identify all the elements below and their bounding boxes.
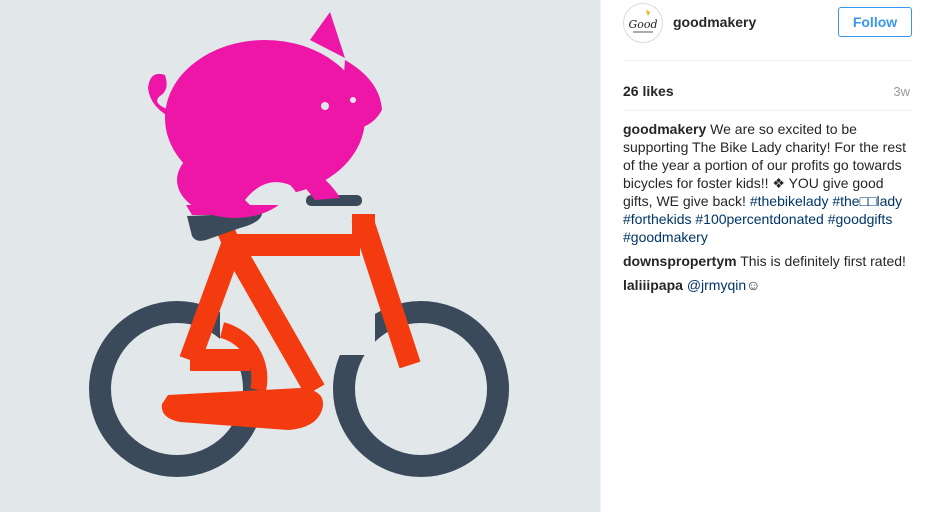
comment-username[interactable]: goodmakery xyxy=(623,121,706,137)
comment-username[interactable]: downspropertym xyxy=(623,253,737,269)
goodmakery-logo-icon: Good xyxy=(628,10,658,33)
divider xyxy=(623,110,912,111)
comment-list: goodmakery We are so excited to be suppo… xyxy=(623,120,913,300)
smiley-emoji-icon: ☺ xyxy=(746,277,761,293)
hashtag-link[interactable]: #goodgifts xyxy=(828,211,893,227)
post-time[interactable]: 3w xyxy=(893,84,910,99)
comment-caption: goodmakery We are so excited to be suppo… xyxy=(623,120,913,246)
comment: downspropertym This is definitely first … xyxy=(623,252,913,270)
mention-link[interactable]: @jrmyqin xyxy=(687,277,746,293)
hashtag-link[interactable]: #100percentdonated xyxy=(695,211,823,227)
svg-text:Good: Good xyxy=(628,18,657,31)
avatar[interactable]: Good xyxy=(623,3,663,43)
post-header: Good goodmakery Follow xyxy=(601,0,934,48)
divider xyxy=(623,60,912,61)
comment: laliiipapa @jrmyqin☺ xyxy=(623,276,913,294)
comment-username[interactable]: laliiipapa xyxy=(623,277,683,293)
follow-button[interactable]: Follow xyxy=(838,7,912,37)
pig-on-bicycle-illustration xyxy=(89,12,509,477)
post-sidebar: Good goodmakery Follow 26 likes 3w goodm… xyxy=(600,0,934,512)
hashtag-link[interactable]: #thebikelady xyxy=(750,193,829,209)
post-username[interactable]: goodmakery xyxy=(673,14,756,30)
likes-count[interactable]: 26 likes xyxy=(623,83,674,99)
chain-guard xyxy=(161,388,324,430)
instagram-post: Good goodmakery Follow 26 likes 3w goodm… xyxy=(0,0,934,512)
hashtag-link[interactable]: #forthekids xyxy=(623,211,691,227)
post-image[interactable] xyxy=(0,0,600,512)
hashtag-link[interactable]: #goodmakery xyxy=(623,229,708,245)
hashtag-link[interactable]: #the□□lady xyxy=(832,193,902,209)
comment-text: This is definitely first rated! xyxy=(740,253,906,269)
